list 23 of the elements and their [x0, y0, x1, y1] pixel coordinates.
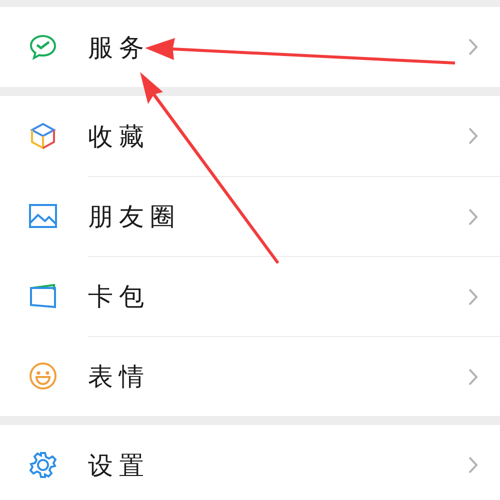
chevron-icon	[468, 38, 478, 56]
settings-icon	[28, 450, 58, 480]
menu-label: 表情	[88, 361, 150, 393]
menu-label: 收藏	[88, 120, 150, 152]
image-icon	[28, 203, 58, 229]
menu-item[interactable]: 表情	[0, 336, 500, 416]
menu-label: 卡包	[88, 281, 150, 313]
menu-item[interactable]: 卡包	[0, 256, 500, 336]
chevron-icon	[468, 208, 478, 226]
menu-item[interactable]: 设置	[0, 425, 500, 500]
chevron-icon	[468, 127, 478, 145]
smiley-icon	[28, 361, 58, 391]
menu-label: 设置	[88, 450, 150, 482]
chevron-icon	[468, 288, 478, 306]
menu-item[interactable]: 服务	[0, 7, 500, 87]
wallet-icon	[28, 282, 58, 310]
cube-icon	[28, 121, 58, 151]
chevron-icon	[468, 368, 478, 386]
menu-label: 服务	[88, 32, 150, 64]
chevron-icon	[468, 456, 478, 474]
menu-label: 朋友圈	[88, 201, 181, 233]
chat-check-icon	[28, 32, 58, 62]
menu-item[interactable]: 收藏	[0, 96, 500, 176]
